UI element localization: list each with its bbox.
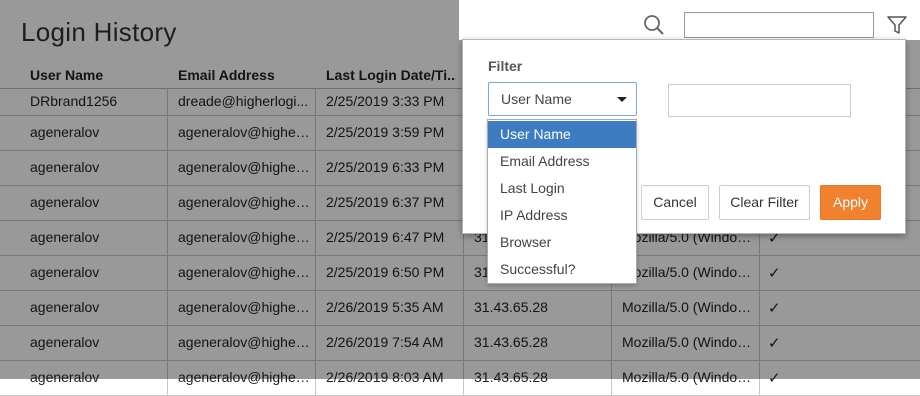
filter-field-dropdown: User Name Email Address Last Login IP Ad… <box>487 119 637 284</box>
dropdown-option-browser[interactable]: Browser <box>488 229 636 256</box>
clear-filter-button[interactable]: Clear Filter <box>719 185 810 220</box>
filter-field-select[interactable]: User Name <box>488 82 637 116</box>
chevron-down-icon <box>617 97 627 102</box>
filter-value-input[interactable] <box>668 84 851 117</box>
apply-button[interactable]: Apply <box>820 185 881 220</box>
search-icon[interactable] <box>641 12 667 38</box>
dropdown-option-ip-address[interactable]: IP Address <box>488 202 636 229</box>
dropdown-option-user-name[interactable]: User Name <box>488 121 636 148</box>
dropdown-option-successful[interactable]: Successful? <box>488 256 636 283</box>
dropdown-option-last-login[interactable]: Last Login <box>488 175 636 202</box>
cancel-button[interactable]: Cancel <box>641 185 709 220</box>
login-history-page: Login History User Name Email Address La… <box>0 0 920 396</box>
filter-label: Filter <box>488 58 523 74</box>
search-input[interactable] <box>684 12 874 38</box>
filter-field-value: User Name <box>501 91 572 107</box>
dropdown-option-email-address[interactable]: Email Address <box>488 148 636 175</box>
filter-icon[interactable] <box>886 14 908 36</box>
